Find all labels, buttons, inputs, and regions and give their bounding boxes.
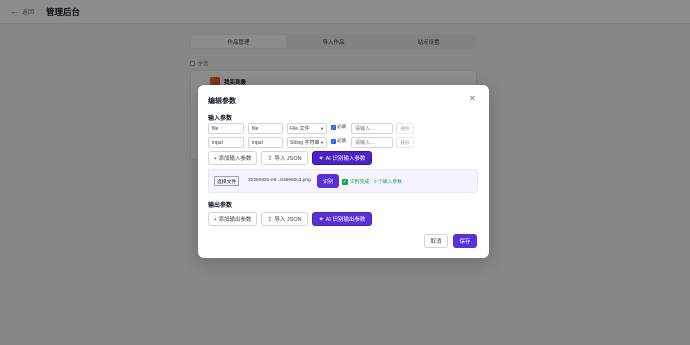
recognition-status: ✓ 识别完成：2 个输入参数 (342, 178, 402, 185)
choose-file-button[interactable]: 选择文件 (214, 176, 240, 186)
param-desc-field[interactable]: 请输入... (351, 123, 393, 134)
param-label-field[interactable]: input (248, 137, 283, 148)
import-json-label: 导入 JSON (274, 156, 302, 162)
param-type-select[interactable]: String 字符串 ▼ (287, 137, 327, 148)
import-json-output-button[interactable]: ⇪ 导入 JSON (261, 212, 308, 226)
ai-recognize-input-button[interactable]: ✦ AI 识别输入参数 (312, 151, 372, 165)
input-param-row: input input String 字符串 ▼ ✓ 必填 请输入... 删除 (208, 137, 478, 148)
param-desc-placeholder: 请输入... (355, 126, 375, 132)
save-button[interactable]: 保存 (453, 234, 477, 248)
check-icon: ✓ (331, 124, 336, 130)
cancel-button[interactable]: 取消 (424, 234, 448, 248)
param-name-field[interactable]: input (208, 137, 244, 148)
required-checkbox[interactable]: ✓ 必填 (331, 138, 346, 144)
add-output-param-button[interactable]: + 添加输出参数 (208, 212, 257, 226)
import-json-input-button[interactable]: ⇪ 导入 JSON (261, 151, 308, 165)
required-label: 必填 (337, 138, 346, 143)
modal-title: 编辑参数 (208, 98, 236, 105)
delete-param-button[interactable]: 删除 (396, 123, 414, 134)
ai-sparkle-icon: ✦ (318, 155, 324, 162)
check-icon: ✓ (342, 178, 348, 185)
param-type-select[interactable]: File 文件 ▼ (287, 123, 327, 134)
param-desc-placeholder: 请输入... (355, 140, 375, 146)
add-input-param-button[interactable]: + 添加输入参数 (208, 151, 257, 165)
import-json-label: 导入 JSON (274, 217, 302, 223)
recognition-status-text: 识别完成：2 个输入参数 (350, 180, 402, 185)
param-name-field[interactable]: file (208, 123, 244, 134)
param-type-value: String 字符串 (290, 140, 320, 146)
param-desc-field[interactable]: 请输入... (351, 137, 393, 148)
param-label-field[interactable]: file (248, 123, 283, 134)
upload-icon: ⇪ (267, 155, 273, 162)
selected-file-name: 20250831-e9...636960cd.png (248, 178, 311, 183)
chevron-down-icon: ▼ (320, 140, 324, 145)
delete-param-button[interactable]: 删除 (396, 137, 414, 148)
ai-sparkle-icon: ✦ (318, 216, 324, 223)
file-upload-panel: 选择文件 20250831-e9...636960cd.png 识别 ✓ 识别完… (208, 169, 478, 193)
required-checkbox[interactable]: ✓ 必填 (331, 124, 346, 130)
ai-recognize-output-label: AI 识别输出参数 (325, 217, 366, 223)
chevron-down-icon: ▼ (320, 126, 324, 131)
check-icon: ✓ (331, 138, 336, 144)
ai-recognize-output-button[interactable]: ✦ AI 识别输出参数 (312, 212, 372, 226)
param-type-value: File 文件 (290, 126, 310, 132)
recognize-button[interactable]: 识别 (317, 174, 339, 188)
edit-params-modal: 编辑参数 ✕ 输入参数 file file File 文件 ▼ ✓ 必填 请输入… (198, 85, 489, 258)
required-label: 必填 (337, 124, 346, 129)
output-section-title: 输出参数 (208, 203, 233, 209)
ai-recognize-input-label: AI 识别输入参数 (325, 156, 366, 162)
input-param-row: file file File 文件 ▼ ✓ 必填 请输入... 删除 (208, 123, 478, 134)
upload-icon: ⇪ (267, 216, 273, 223)
input-section-title: 输入参数 (208, 116, 233, 122)
close-icon[interactable]: ✕ (469, 95, 476, 103)
